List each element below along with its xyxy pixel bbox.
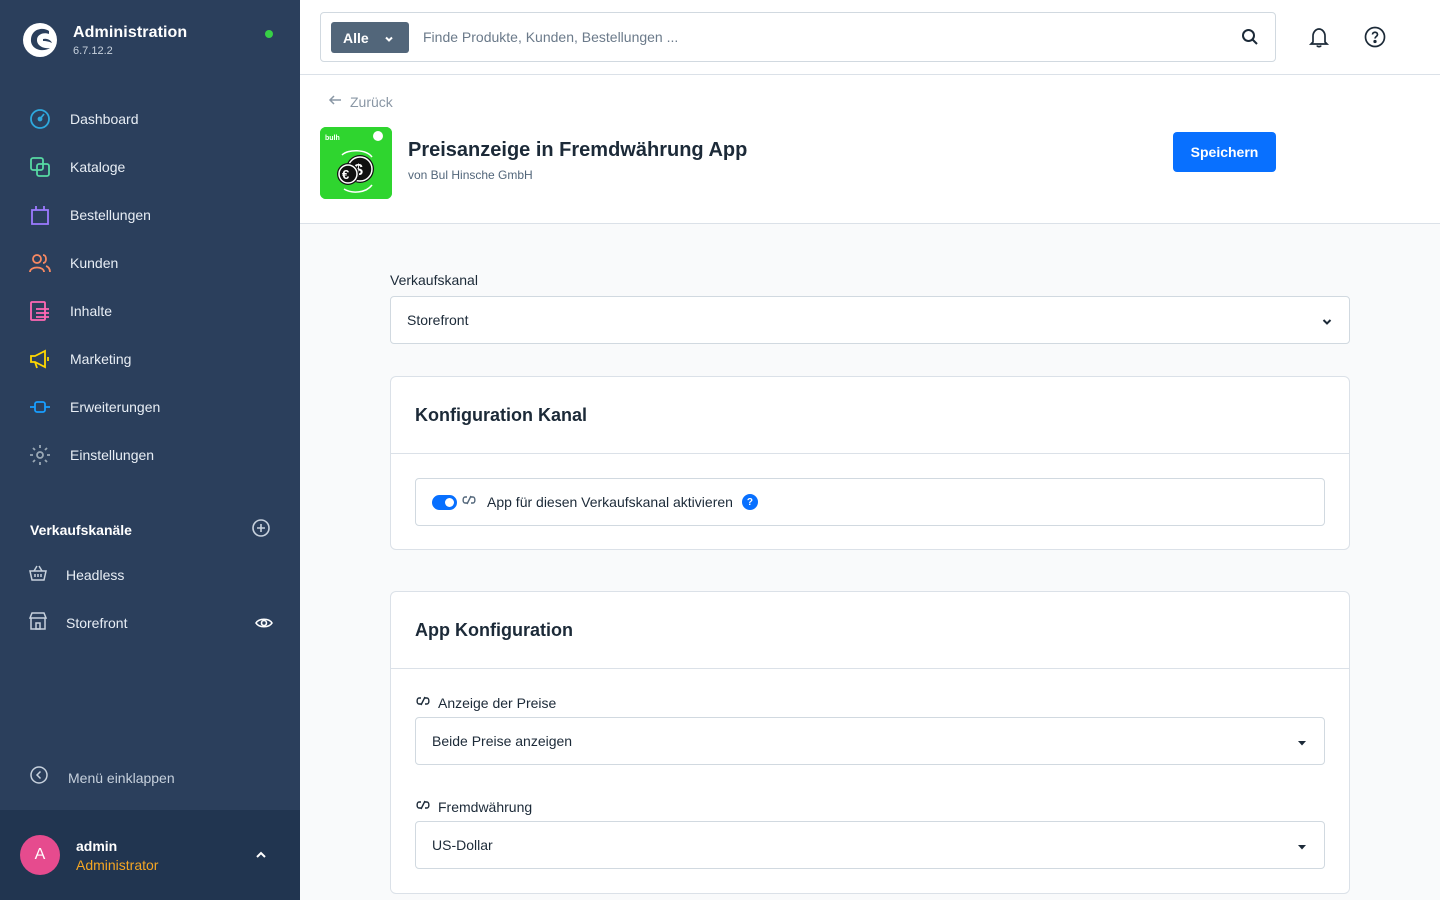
nav-label: Einstellungen — [70, 447, 155, 463]
help-badge-icon[interactable]: ? — [741, 494, 758, 510]
chevron-down-icon — [1321, 315, 1333, 331]
nav-item-kataloge[interactable]: Kataloge — [0, 143, 300, 191]
help-icon[interactable] — [1364, 26, 1386, 53]
nav-label: Dashboard — [70, 111, 139, 127]
back-link[interactable]: Zurück — [328, 93, 393, 110]
collapse-menu-label: Menü einklappen — [68, 769, 175, 786]
foreign-currency-label: Fremdwährung — [438, 798, 533, 815]
app-icon: bulh $ € — [320, 127, 392, 199]
app-vendor: von Bul Hinsche GmbH — [408, 168, 533, 182]
card-divider — [391, 453, 1349, 454]
user-role: Administrator — [76, 857, 159, 873]
inherit-link-icon[interactable] — [415, 797, 431, 816]
app-config-title: App Konfiguration — [415, 620, 573, 640]
chevron-down-icon — [1296, 736, 1308, 752]
app-activation-label: App für diesen Verkaufskanal aktivieren — [487, 494, 733, 510]
sales-channel-select-label: Verkaufskanal — [390, 272, 478, 288]
nav-item-einstellungen[interactable]: Einstellungen — [0, 431, 300, 479]
brand[interactable]: Administration 6.7.12.2 — [22, 22, 187, 58]
marketing-icon — [28, 347, 52, 371]
bell-icon[interactable] — [1308, 26, 1330, 53]
app-icon-badge: bulh — [325, 135, 340, 142]
nav-label: Kataloge — [70, 159, 126, 175]
sales-channels-title: Verkaufskanäle — [30, 522, 132, 538]
card-divider — [391, 668, 1349, 669]
sales-channel-label: Storefront — [66, 615, 128, 631]
foreign-currency-value: US-Dollar — [432, 837, 493, 853]
sales-channel-storefront[interactable]: Storefront — [28, 609, 273, 637]
price-display-label: Anzeige der Preise — [438, 694, 557, 711]
nav-label: Erweiterungen — [70, 399, 161, 415]
app-activation-row: App für diesen Verkaufskanal aktivieren … — [415, 478, 1325, 526]
sales-channel-label: Headless — [66, 567, 125, 583]
foreign-currency-label-row: Fremdwährung — [415, 797, 532, 816]
nav-label: Inhalte — [70, 303, 113, 319]
nav-item-marketing[interactable]: Marketing — [0, 335, 300, 383]
extensions-icon — [28, 395, 52, 419]
sales-channel-headless[interactable]: Headless — [28, 561, 273, 589]
nav-item-inhalte[interactable]: Inhalte — [0, 287, 300, 335]
orders-icon — [28, 203, 52, 227]
price-display-select[interactable]: Beide Preise anzeigen — [415, 717, 1325, 765]
basket-icon — [28, 563, 48, 588]
nav-item-dashboard[interactable]: Dashboard — [0, 95, 300, 143]
user-name: admin — [76, 838, 118, 854]
nav-label: Bestellungen — [70, 207, 151, 223]
save-button[interactable]: Speichern — [1173, 132, 1276, 172]
back-label: Zurück — [350, 93, 393, 110]
main-nav: Dashboard Kataloge Bestellungen Kunden I… — [0, 95, 300, 479]
avatar: A — [20, 835, 60, 875]
brand-title: Administration — [73, 23, 188, 41]
sales-channel-select-value: Storefront — [407, 312, 469, 328]
sidebar: Administration 6.7.12.2 Dashboard Katalo… — [0, 0, 300, 900]
eye-icon[interactable] — [255, 614, 273, 637]
page-header: Zurück bulh $ € Preisanzeige in Fremdwäh… — [300, 75, 1440, 224]
page-title: Preisanzeige in Fremdwährung App — [408, 139, 748, 161]
collapse-menu-button[interactable]: Menü einklappen — [30, 766, 175, 789]
shopware-logo-icon — [23, 23, 57, 57]
channel-config-card: Konfiguration Kanal App für diesen Verka… — [390, 376, 1350, 550]
sales-channel-select[interactable]: Storefront — [390, 296, 1350, 344]
chevron-left-circle-icon — [30, 766, 48, 789]
topbar: Alle — [300, 0, 1440, 75]
storefront-icon — [28, 611, 48, 636]
search-input[interactable] — [423, 26, 1203, 48]
customers-icon — [28, 251, 52, 275]
nav-item-kunden[interactable]: Kunden — [0, 239, 300, 287]
settings-icon — [28, 443, 52, 467]
search-type-dropdown[interactable]: Alle — [331, 22, 409, 53]
foreign-currency-select[interactable]: US-Dollar — [415, 821, 1325, 869]
dashboard-icon — [28, 107, 52, 131]
content-icon — [28, 299, 52, 323]
inherit-link-icon[interactable] — [415, 693, 431, 712]
app-config-card: App Konfiguration Anzeige der Preise Bei… — [390, 591, 1350, 894]
channel-config-title: Konfiguration Kanal — [415, 405, 587, 425]
search-type-label: Alle — [343, 29, 369, 46]
svg-text:€: € — [342, 167, 349, 182]
search-icon[interactable] — [1241, 28, 1259, 51]
nav-label: Marketing — [70, 351, 132, 367]
chevron-up-icon[interactable] — [254, 848, 268, 867]
add-sales-channel-icon[interactable] — [252, 518, 270, 542]
nav-item-erweiterungen[interactable]: Erweiterungen — [0, 383, 300, 431]
global-search: Alle — [320, 12, 1276, 62]
catalog-icon — [28, 155, 52, 179]
price-display-label-row: Anzeige der Preise — [415, 693, 556, 712]
arrow-left-icon — [328, 93, 342, 110]
sales-channels-header: Verkaufskanäle — [30, 518, 270, 542]
user-menu[interactable]: A admin Administrator — [0, 810, 300, 900]
price-display-value: Beide Preise anzeigen — [432, 733, 573, 749]
nav-item-bestellungen[interactable]: Bestellungen — [0, 191, 300, 239]
app-activation-toggle[interactable] — [432, 494, 457, 510]
chevron-down-icon — [1296, 840, 1308, 856]
inherit-link-icon[interactable] — [461, 492, 477, 513]
chevron-down-icon — [383, 32, 395, 48]
online-status-dot — [265, 30, 273, 38]
nav-label: Kunden — [70, 255, 119, 271]
brand-version: 6.7.12.2 — [73, 44, 113, 57]
